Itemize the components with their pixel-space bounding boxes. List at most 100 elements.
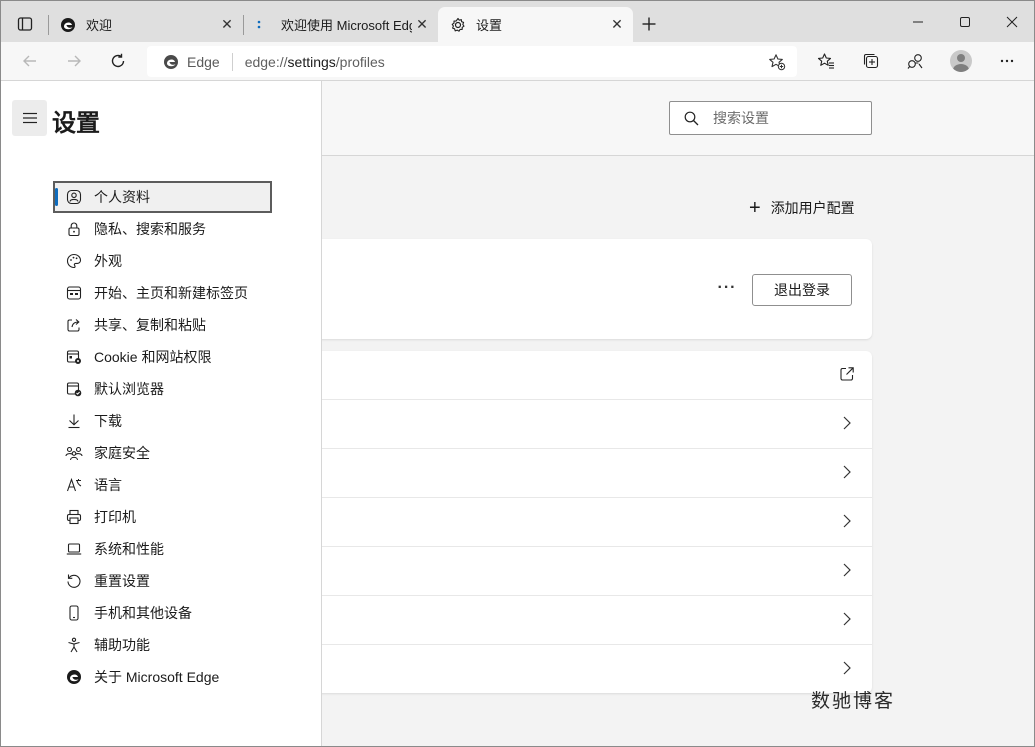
loading-dots-icon <box>255 17 271 33</box>
chevron-right-icon <box>838 659 856 677</box>
settings-row[interactable] <box>306 498 872 547</box>
sidebar-item-about[interactable]: 关于 Microsoft Edge <box>53 661 272 693</box>
tab-welcome[interactable]: 欢迎 ✕ <box>48 7 243 42</box>
sidebar-item-family[interactable]: 家庭安全 <box>53 437 272 469</box>
phone-icon <box>64 603 84 623</box>
download-icon <box>64 411 84 431</box>
sidebar-item-label: 重置设置 <box>94 573 150 589</box>
default-browser-icon <box>64 379 84 399</box>
watermark-text: 数驰博客 <box>811 690 896 712</box>
add-profile-button[interactable]: + 添加用户配置 <box>749 197 855 219</box>
accessibility-icon <box>64 635 84 655</box>
close-window-button[interactable] <box>989 7 1035 37</box>
avatar <box>950 50 972 72</box>
sidebar-item-label: 共享、复制和粘贴 <box>94 317 206 333</box>
sidebar-item-label: 打印机 <box>94 509 136 525</box>
chevron-right-icon <box>838 561 856 579</box>
sidebar-item-label: 下载 <box>94 413 122 429</box>
sidebar-item-phone-devices[interactable]: 手机和其他设备 <box>53 597 272 629</box>
settings-row[interactable] <box>306 449 872 498</box>
tab-actions-icon[interactable] <box>11 10 39 38</box>
sidebar-item-label: 关于 Microsoft Edge <box>94 669 220 685</box>
settings-sidebar: 设置 个人资料 隐私、搜索和服务 外观 开始、主页和新建标签页 共享、复制和粘贴… <box>1 81 322 746</box>
add-profile-label: 添加用户配置 <box>770 200 855 216</box>
back-button[interactable] <box>16 47 44 75</box>
maximize-button[interactable] <box>942 7 988 37</box>
sidebar-item-label: 语言 <box>94 477 122 493</box>
add-favorite-icon[interactable] <box>767 52 787 72</box>
printer-icon <box>64 507 84 527</box>
sidebar-item-printers[interactable]: 打印机 <box>53 501 272 533</box>
new-tab-button[interactable] <box>637 12 661 36</box>
collections-icon[interactable] <box>856 47 886 75</box>
sidebar-item-system[interactable]: 系统和性能 <box>53 533 272 565</box>
minimize-button[interactable] <box>895 7 941 37</box>
tab-settings[interactable]: 设置 ✕ <box>438 7 633 42</box>
sidebar-item-label: 默认浏览器 <box>94 381 164 397</box>
settings-row[interactable] <box>306 547 872 596</box>
profile-settings-list <box>306 351 872 693</box>
sidebar-item-languages[interactable]: 语言 <box>53 469 272 501</box>
lock-icon <box>64 219 84 239</box>
profile-icon <box>64 187 84 207</box>
refresh-button[interactable] <box>104 47 132 75</box>
url-text: edge://settings/profiles <box>244 53 385 70</box>
sidebar-item-downloads[interactable]: 下载 <box>53 405 272 437</box>
close-icon[interactable]: ✕ <box>217 15 237 35</box>
sidebar-item-default-browser[interactable]: 默认浏览器 <box>53 373 272 405</box>
sidebar-item-label: Cookie 和网站权限 <box>94 349 212 365</box>
tab-label: 欢迎使用 Microsoft Edge <box>281 18 412 33</box>
home-tab-icon <box>64 283 84 303</box>
laptop-icon <box>64 539 84 559</box>
address-separator <box>231 52 233 71</box>
sidebar-item-privacy[interactable]: 隐私、搜索和服务 <box>53 213 272 245</box>
extensions-icon[interactable] <box>900 47 930 75</box>
sidebar-item-reset[interactable]: 重置设置 <box>53 565 272 597</box>
chevron-right-icon <box>838 512 856 530</box>
sidebar-item-appearance[interactable]: 外观 <box>53 245 272 277</box>
forward-button[interactable] <box>60 47 88 75</box>
signout-button[interactable]: 退出登录 <box>752 274 852 306</box>
settings-row[interactable] <box>306 645 872 694</box>
more-menu-icon[interactable] <box>992 47 1022 75</box>
profile-avatar-button[interactable] <box>946 47 976 75</box>
site-name: Edge <box>187 53 220 70</box>
edge-icon <box>60 17 76 33</box>
close-icon[interactable]: ✕ <box>607 15 627 35</box>
family-icon <box>64 443 84 463</box>
edge-icon <box>64 667 84 687</box>
settings-row[interactable] <box>306 596 872 645</box>
chevron-right-icon <box>838 414 856 432</box>
reset-icon <box>64 571 84 591</box>
sidebar-item-profiles[interactable]: 个人资料 <box>53 181 272 213</box>
more-options-button[interactable]: ··· <box>714 277 740 299</box>
share-icon <box>64 315 84 335</box>
address-bar[interactable]: Edge edge://settings/profiles <box>147 46 797 77</box>
sidebar-item-cookies[interactable]: Cookie 和网站权限 <box>53 341 272 373</box>
page-title: 设置 <box>52 110 100 137</box>
hamburger-menu-button[interactable] <box>12 100 47 136</box>
settings-row[interactable] <box>306 351 872 400</box>
sidebar-item-start-home[interactable]: 开始、主页和新建标签页 <box>53 277 272 309</box>
sidebar-item-label: 系统和性能 <box>94 541 164 557</box>
chevron-right-icon <box>838 610 856 628</box>
sidebar-item-label: 家庭安全 <box>94 445 150 461</box>
search-box[interactable] <box>669 101 872 135</box>
sidebar-item-share-copy[interactable]: 共享、复制和粘贴 <box>53 309 272 341</box>
title-bar: 欢迎 ✕ 欢迎使用 Microsoft Edge ✕ 设置 ✕ <box>1 1 1034 42</box>
favorites-icon[interactable] <box>811 47 841 75</box>
sidebar-item-label: 个人资料 <box>94 189 150 205</box>
sidebar-item-label: 隐私、搜索和服务 <box>94 221 206 237</box>
close-icon[interactable]: ✕ <box>412 15 432 35</box>
sidebar-item-accessibility[interactable]: 辅助功能 <box>53 629 272 661</box>
tab-label: 设置 <box>476 18 503 33</box>
external-link-icon <box>838 365 856 383</box>
browser-toolbar: Edge edge://settings/profiles <box>1 42 1034 81</box>
plus-icon: + <box>749 197 761 219</box>
cookie-permissions-icon <box>64 347 84 367</box>
tab-label: 欢迎 <box>86 18 113 33</box>
settings-row[interactable] <box>306 400 872 449</box>
settings-nav: 个人资料 隐私、搜索和服务 外观 开始、主页和新建标签页 共享、复制和粘贴 Co… <box>53 181 272 693</box>
search-input[interactable] <box>713 110 853 126</box>
tab-welcome-edge[interactable]: 欢迎使用 Microsoft Edge ✕ <box>243 7 438 42</box>
